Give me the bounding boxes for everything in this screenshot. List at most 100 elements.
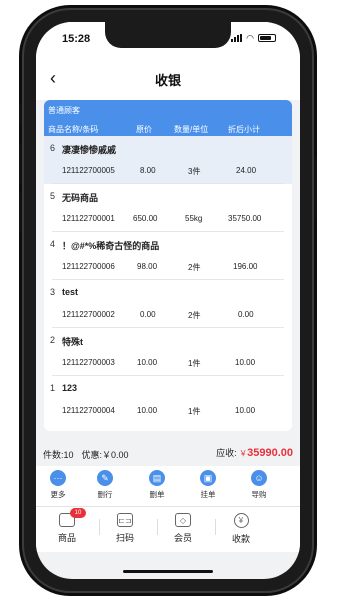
item-code: 121122700006 [62,262,115,271]
item-subtotal: 24.00 [236,166,257,175]
item-price: 98.00 [137,262,158,271]
item-index: 1 [50,383,56,393]
item-row[interactable]: 3 test 121122700002 0.00 2件 0.00 [44,280,292,328]
item-qty: 3件 [188,167,201,176]
item-row[interactable]: 1 123 121122700004 10.00 1件 10.00 [44,376,292,424]
tab-products[interactable]: 10 商品 [42,508,92,544]
item-code: 121122700001 [62,214,115,223]
item-index: 2 [50,335,56,345]
col-price: 原价 [136,125,152,134]
tab-label: 会员 [173,533,192,543]
hold-order-icon: ▣ [200,470,216,486]
summary-left: 件数:10 优惠:￥0.00 [43,448,129,461]
item-price: 8.00 [140,166,156,175]
item-subtotal: 196.00 [233,262,258,271]
item-row[interactable]: 6 凄凄惨惨戚戚 121122700005 8.00 3件 24.00 [44,136,292,184]
page-title: 收银 [154,73,181,88]
tab-bar: 10 商品 ⊏⊐ 扫码 ◇ 会员 ¥ 收款 [36,506,300,552]
customer-selector[interactable]: 普通顾客 [48,105,80,116]
delete-row-icon: ✎ [97,470,113,486]
tab-scan[interactable]: ⊏⊐ 扫码 [100,513,150,544]
item-name: 凄凄惨惨戚戚 [62,145,117,155]
item-code: 121122700003 [62,358,115,367]
item-price: 0.00 [140,310,156,319]
battery-icon [258,34,276,42]
volume-down-button [19,192,22,232]
item-subtotal: 10.00 [235,358,256,367]
col-qty-unit: 数量/单位 [174,125,209,134]
phone-frame: 15:28 ◠ ‹ 收银 普通顾客 商品名称/条码 原价 数量/单位 折后小计 … [19,8,317,593]
header: ‹ 收银 [36,56,300,100]
member-icon: ◇ [175,513,191,527]
item-code: 121122700005 [62,166,115,175]
item-code: 121122700004 [62,406,115,415]
signal-icon [231,34,243,42]
tab-member[interactable]: ◇ 会员 [158,513,208,544]
item-row[interactable]: 2 特殊t 121122700003 10.00 1件 10.00 [44,328,292,376]
scan-icon: ⊏⊐ [117,513,133,527]
item-subtotal: 0.00 [238,310,254,319]
item-subtotal: 10.00 [235,406,256,415]
item-name: 无码商品 [62,193,99,203]
item-qty: 1件 [188,407,201,416]
more-button[interactable]: ··· 更多 [38,470,78,500]
hold-order-button[interactable]: ▣ 挂单 [188,470,228,500]
tab-label: 收款 [231,534,250,544]
item-code: 121122700002 [62,310,115,319]
action-label: 挂单 [200,490,216,499]
mute-switch [19,104,22,126]
item-price: 10.00 [137,406,158,415]
payment-icon: ¥ [233,513,249,528]
item-index: 3 [50,287,56,297]
receivable-label: 应收: [216,448,237,458]
notch [105,22,231,48]
customer-panel: 普通顾客 商品名称/条码 原价 数量/单位 折后小计 [44,100,292,136]
phone-screen: 15:28 ◠ ‹ 收银 普通顾客 商品名称/条码 原价 数量/单位 折后小计 … [36,22,300,579]
action-label: 删行 [97,490,113,499]
item-subtotal: 35750.00 [228,214,262,223]
currency-symbol: ￥ [239,449,248,458]
total-amount: 35990.00 [247,447,293,459]
tab-label: 商品 [57,533,76,543]
action-label: 更多 [50,490,66,499]
status-time: 15:28 [62,33,91,45]
item-price: 10.00 [137,358,158,367]
home-indicator [123,570,213,573]
col-name-code: 商品名称/条码 [48,125,99,134]
bag-icon: 10 [59,508,86,527]
item-index: 4 [50,239,56,249]
cart-badge: 10 [70,508,86,518]
item-index: 5 [50,191,56,201]
delete-order-icon: ▤ [149,470,165,486]
tab-payment[interactable]: ¥ 收款 [216,513,266,545]
col-subtotal: 折后小计 [228,125,260,134]
wifi-icon: ◠ [246,33,254,43]
guide-icon: ☺ [251,470,267,486]
item-name: ！@#*%稀奇古怪的商品 [62,241,160,251]
item-qty: 2件 [188,311,201,320]
item-name: 123 [62,383,78,393]
delete-order-button[interactable]: ▤ 删单 [137,470,177,500]
item-count: 件数:10 [43,450,74,460]
more-icon: ··· [50,470,66,486]
action-label: 删单 [149,490,165,499]
summary-right: 应收: ￥35990.00 [216,446,293,459]
item-qty: 2件 [188,263,201,272]
item-list: 6 凄凄惨惨戚戚 121122700005 8.00 3件 24.00 5 无码… [44,136,292,431]
item-qty: 55kg [185,214,203,223]
item-name: test [62,287,79,297]
item-row[interactable]: 5 无码商品 121122700001 650.00 55kg 35750.00 [44,184,292,232]
action-bar: ··· 更多 ✎ 删行 ▤ 删单 ▣ 挂单 ☺ 导购 [36,466,300,506]
tab-label: 扫码 [115,533,134,543]
power-button [314,158,317,220]
action-label: 导购 [251,490,267,499]
item-name: 特殊t [62,337,83,347]
summary-bar: 件数:10 优惠:￥0.00 应收: ￥35990.00 [36,442,300,466]
item-row[interactable]: 4 ！@#*%稀奇古怪的商品 121122700006 98.00 2件 196… [44,232,292,280]
guide-button[interactable]: ☺ 导购 [239,470,279,500]
delete-row-button[interactable]: ✎ 删行 [85,470,125,500]
item-price: 650.00 [133,214,158,223]
discount-amount: 优惠:￥0.00 [81,450,129,460]
item-index: 6 [50,143,56,153]
item-qty: 1件 [188,359,201,368]
